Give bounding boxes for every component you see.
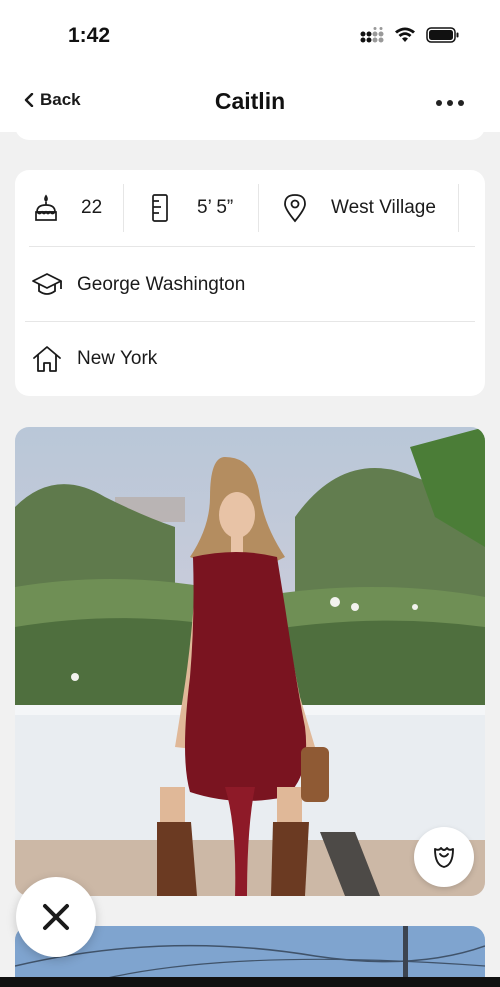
wifi-icon <box>395 27 415 42</box>
like-rose-button[interactable] <box>414 827 474 887</box>
battery-icon <box>426 27 459 43</box>
stat-divider <box>123 184 124 232</box>
school-row: George Washington <box>15 248 485 322</box>
stat-divider <box>458 184 459 232</box>
location-stat: West Village <box>281 170 436 246</box>
stat-divider <box>258 184 259 232</box>
signal-icon <box>360 27 384 43</box>
more-dots-icon[interactable] <box>436 100 464 106</box>
photo-image <box>15 427 485 896</box>
location-pin-icon <box>284 194 306 223</box>
age-stat: 22 <box>31 170 102 246</box>
previous-card-edge <box>15 110 485 140</box>
height-value: 5’ 5” <box>197 197 234 218</box>
profile-info-card: 22 5’ 5” West Village George Washington … <box>15 170 485 396</box>
graduation-cap-icon <box>32 273 62 295</box>
location-value: West Village <box>331 197 436 218</box>
age-value: 22 <box>81 197 103 218</box>
skip-button[interactable] <box>16 877 96 957</box>
home-icon <box>33 346 61 372</box>
profile-photo[interactable] <box>15 427 485 896</box>
stats-row: 22 5’ 5” West Village <box>15 170 485 246</box>
status-icons <box>360 27 460 43</box>
cake-icon <box>35 194 57 221</box>
rose-icon <box>434 847 454 868</box>
status-time: 1:42 <box>68 24 111 47</box>
home-indicator <box>0 977 500 987</box>
x-icon <box>43 904 69 930</box>
school-value: George Washington <box>77 274 246 295</box>
row-divider <box>29 246 475 247</box>
ruler-icon <box>152 194 168 222</box>
status-bar: 1:42 <box>0 0 500 70</box>
hometown-row: New York <box>15 322 485 396</box>
hometown-value: New York <box>77 348 158 369</box>
height-stat: 5’ 5” <box>149 170 233 246</box>
